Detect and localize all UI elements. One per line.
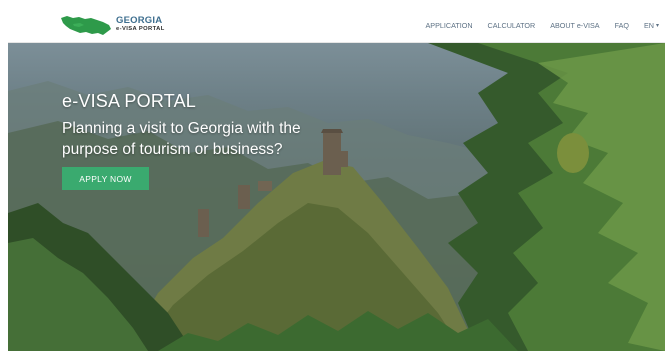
nav-link-faq[interactable]: FAQ	[615, 21, 629, 30]
nav-link-application[interactable]: APPLICATION	[426, 21, 473, 30]
hero-title: e-VISA PORTAL	[62, 91, 196, 111]
chevron-down-icon: ▾	[655, 22, 659, 29]
language-label: EN	[643, 20, 654, 30]
nav-link-about-evisa[interactable]: ABOUT e-VISA	[550, 21, 599, 30]
language-selector[interactable]: EN ▾	[644, 21, 659, 30]
hero-subtitle: Planning a visit to Georgia with the pur…	[62, 120, 301, 158]
apply-now-button[interactable]: APPLY NOW	[62, 167, 149, 190]
logo-title: GEORGIA	[116, 15, 163, 26]
top-navigation-bar: GEORGIA e-VISA PORTAL APPLICATION CALCUL…	[8, 8, 665, 43]
georgia-map-icon	[61, 16, 111, 35]
nav-link-calculator[interactable]: CALCULATOR	[488, 21, 536, 30]
page: GEORGIA e-VISA PORTAL APPLICATION CALCUL…	[0, 0, 665, 351]
hero-background-image	[8, 43, 665, 351]
logo-subtitle: e-VISA PORTAL	[116, 26, 165, 32]
main-nav: APPLICATION CALCULATOR ABOUT e-VISA FAQ …	[426, 8, 665, 42]
site-logo[interactable]: GEORGIA e-VISA PORTAL	[60, 14, 180, 36]
hero-banner: e-VISA PORTAL Planning a visit to Georgi…	[8, 43, 665, 351]
